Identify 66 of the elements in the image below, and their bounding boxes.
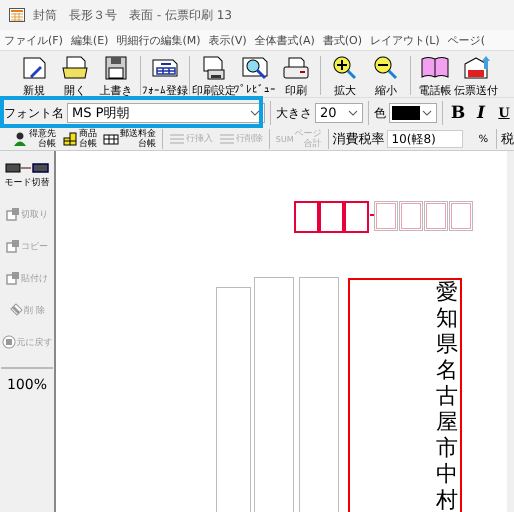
postal-code-box[interactable] xyxy=(344,201,369,233)
percent-label: % xyxy=(478,134,490,144)
window-title: 封筒 長形３号 表面 - 伝票印刷 13 xyxy=(33,6,232,24)
font-dropdown[interactable]: MS P明朝 xyxy=(67,103,265,123)
menu-item[interactable]: 明細行の編集(M) xyxy=(112,32,205,48)
toolbar-button[interactable]: 縮小 xyxy=(366,54,406,98)
caret-icon xyxy=(422,110,432,116)
postal-code-box[interactable] xyxy=(424,201,448,231)
postal-code-dash xyxy=(370,214,374,216)
font-label: フォント名 xyxy=(4,104,64,122)
zoom-level: 100% xyxy=(1,367,53,393)
postal-code-box[interactable] xyxy=(319,201,344,233)
tax-label: 税 xyxy=(500,131,514,148)
toolbar-button[interactable]: 得意先 台帳 xyxy=(10,129,58,149)
color-dropdown[interactable] xyxy=(389,103,437,123)
caret-icon xyxy=(250,110,260,116)
copy-icon xyxy=(6,239,20,253)
lines-icon xyxy=(218,132,235,146)
menu-item[interactable]: レイアウト(L) xyxy=(366,32,444,48)
toolbar-button[interactable]: 開く xyxy=(55,54,95,98)
color-label: 色 xyxy=(374,104,386,122)
toolbar-button[interactable]: 伝票送付 xyxy=(456,54,496,98)
cut-icon xyxy=(6,207,20,221)
menu-item[interactable]: ページ( xyxy=(444,32,490,48)
paste-icon xyxy=(6,271,20,285)
postal-code-box[interactable] xyxy=(449,201,473,231)
toolbar-button[interactable]: 新規 xyxy=(14,54,54,98)
toolbar-button[interactable]: 電話帳 xyxy=(415,54,455,98)
postal-code-box[interactable] xyxy=(399,201,423,231)
toolbar-button[interactable]: 商品 台帳 xyxy=(60,129,99,149)
app-icon xyxy=(9,8,25,22)
postal-code-box[interactable] xyxy=(294,201,319,233)
bold-button[interactable]: B xyxy=(448,102,468,124)
postal-code-box[interactable] xyxy=(374,201,398,231)
address-column[interactable] xyxy=(254,277,294,512)
size-dropdown[interactable]: 20 xyxy=(315,103,363,123)
side-tool-button[interactable]: モード切替 xyxy=(4,161,50,189)
toolbar-button[interactable]: 拡大 xyxy=(325,54,365,98)
menu-item[interactable]: ファイル(F) xyxy=(0,32,67,48)
toolbar-button[interactable]: 郵送料金 台帳 xyxy=(101,129,158,149)
toolbar-button[interactable]: ﾌﾟﾚﾋﾞｭｰ xyxy=(235,54,275,96)
menu-item[interactable]: 表示(V) xyxy=(204,32,251,48)
eraser-icon xyxy=(9,303,24,317)
caret-icon xyxy=(348,110,358,116)
undo-icon xyxy=(2,335,16,349)
sum-label: SUM xyxy=(276,134,294,144)
blocks-icon xyxy=(62,132,78,146)
menu-item[interactable]: 全体書式(A) xyxy=(250,32,319,48)
address-column[interactable]: 愛知県名古屋市中村 xyxy=(348,278,462,512)
toolbar-button[interactable]: 印刷 xyxy=(276,54,316,98)
address-column[interactable] xyxy=(299,277,339,512)
menu-item[interactable]: 書式(O) xyxy=(318,32,366,48)
size-label: 大きさ xyxy=(276,104,312,122)
mode-switch-icon xyxy=(5,161,49,175)
tax-rate-label: 消費税率 xyxy=(332,131,385,148)
menu-item[interactable]: 編集(E) xyxy=(66,32,112,48)
person-icon xyxy=(12,132,28,146)
address-column[interactable] xyxy=(216,287,251,512)
tax-rate-field[interactable]: 10(軽8) xyxy=(386,130,463,148)
toolbar-button[interactable]: 上書き xyxy=(96,54,136,98)
lines-icon xyxy=(168,132,185,146)
scrollbar[interactable] xyxy=(507,151,514,512)
italic-button[interactable]: I xyxy=(471,102,491,124)
toolbar-button[interactable]: 印刷設定 xyxy=(194,54,234,98)
table-icon xyxy=(103,132,119,146)
underline-button[interactable]: U xyxy=(494,102,514,124)
